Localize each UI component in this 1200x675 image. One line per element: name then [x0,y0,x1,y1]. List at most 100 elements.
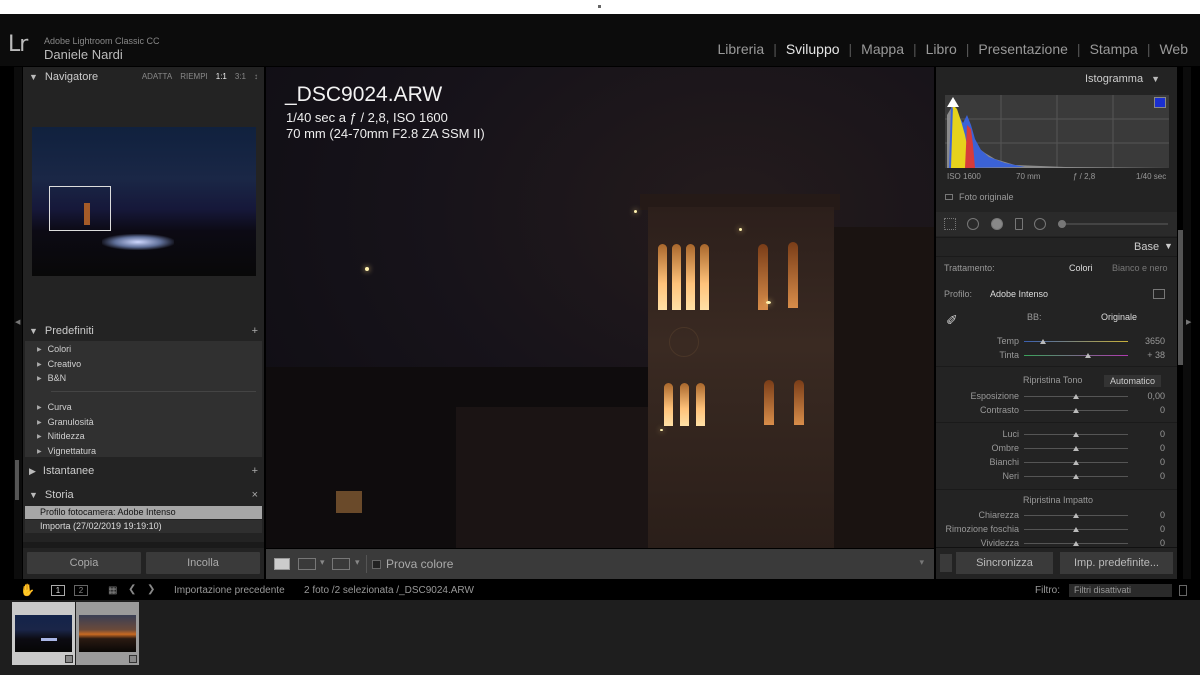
brush-slider[interactable] [1058,223,1168,225]
filter-select[interactable]: Filtri disattivati [1069,584,1172,597]
slider-knob[interactable] [1073,541,1079,546]
before-after-menu-icon[interactable]: ▾ [320,557,325,568]
preset-group-creativo[interactable]: ▶ Creativo [37,359,81,369]
original-photo-icon[interactable] [945,194,953,200]
view-2-button[interactable]: 2 [74,585,88,596]
module-web[interactable]: Web [1159,41,1188,57]
slider-knob[interactable] [1073,408,1079,413]
profile-browser-icon[interactable] [1153,289,1165,299]
slider-knob[interactable] [1073,474,1079,479]
slider-value[interactable]: 0 [1125,471,1165,481]
red-eye-icon[interactable] [991,218,1003,230]
history-item[interactable]: Profilo fotocamera: Adobe Intenso [25,506,262,519]
wb-select[interactable]: Originale [1101,312,1137,322]
slider-value[interactable]: + 38 [1125,350,1165,360]
before-after-icon[interactable] [298,558,316,570]
preset-group-granulosita[interactable]: ▶ Granulosità [37,417,94,427]
copy-button[interactable]: Copia [27,552,141,574]
sync-toggle[interactable] [940,554,952,572]
collapse-triangle-icon[interactable]: ▼ [1164,241,1173,251]
shadow-clipping-icon[interactable] [947,97,959,107]
slider-value[interactable]: 0 [1125,405,1165,415]
preset-group-curva[interactable]: ▶ Curva [37,402,72,412]
slider-value[interactable]: 0 [1125,429,1165,439]
filmstrip-thumbnail[interactable] [76,602,139,665]
zoom-1-1[interactable]: 1:1 [216,72,227,81]
yy-view-icon[interactable] [332,558,350,570]
slider-value[interactable]: 0,00 [1125,391,1165,401]
forward-arrow-icon[interactable]: ❯ [147,584,155,595]
filmstrip-source[interactable]: Importazione precedente [174,585,285,596]
module-presentazione[interactable]: Presentazione [978,41,1068,57]
add-snapshot-icon[interactable]: + [252,465,258,477]
slider-value[interactable]: 3650 [1125,336,1165,346]
highlight-clipping-icon[interactable] [1154,97,1166,108]
slider-value[interactable]: 0 [1125,443,1165,453]
filter-lock-icon[interactable] [1179,585,1187,596]
view-1-button[interactable]: 1 [51,585,65,596]
slider-track[interactable] [1024,355,1128,356]
loupe-view-icon[interactable] [274,558,290,570]
slider-knob[interactable] [1085,353,1091,358]
preset-group-bn[interactable]: ▶ B&N [37,373,66,383]
paste-button[interactable]: Incolla [146,552,260,574]
treatment-color-option[interactable]: Colori [1069,263,1093,273]
preset-group-colori[interactable]: ▶ Colori [37,344,71,354]
collapse-triangle-icon[interactable]: ▶ [29,466,36,477]
navigator-zoom-box[interactable] [49,186,111,231]
presets-header[interactable]: ▼ Predefiniti + [23,321,264,341]
slider-knob[interactable] [1073,513,1079,518]
filmstrip-info[interactable]: 2 foto /2 selezionata /_DSC9024.ARW [304,585,474,596]
filmstrip-thumbnail[interactable] [12,602,75,665]
preset-group-vignettatura[interactable]: ▶ Vignettatura [37,446,96,456]
add-preset-icon[interactable]: + [252,325,258,337]
left-collapse-arrow-icon[interactable]: ◀ [15,318,20,326]
collapse-triangle-icon[interactable]: ▼ [29,72,38,82]
crop-tool-icon[interactable] [944,218,956,230]
right-scrollbar[interactable] [1178,230,1183,365]
histogram-header[interactable]: Istogramma ▼ [936,69,1177,89]
develop-badge-icon[interactable] [129,655,137,663]
history-item[interactable]: Importa (27/02/2019 19:19:10) [25,520,262,533]
treatment-bw-option[interactable]: Bianco e nero [1112,263,1168,273]
profile-select[interactable]: Adobe Intenso [990,289,1048,299]
develop-badge-icon[interactable] [65,655,73,663]
module-libreria[interactable]: Libreria [717,41,764,57]
zoom-3-1[interactable]: 3:1 [235,72,246,81]
slider-value[interactable]: 0 [1125,524,1165,534]
history-header[interactable]: ▼ Storia × [23,485,264,505]
zoom-fit[interactable]: ADATTA [142,72,172,81]
slider-knob[interactable] [1073,446,1079,451]
module-sviluppo[interactable]: Sviluppo [786,41,840,57]
back-arrow-icon[interactable]: ❮ [128,584,136,595]
grid-view-icon[interactable]: ▦ [108,585,117,596]
eyedropper-icon[interactable]: ✐ [946,312,964,330]
toolbar-menu-icon[interactable]: ▾ [919,557,924,568]
auto-tone-button[interactable]: Automatico [1104,375,1162,387]
module-mappa[interactable]: Mappa [861,41,904,57]
secondary-display-icon[interactable]: ✋ [20,583,35,597]
slider-knob[interactable] [1073,460,1079,465]
snapshots-header[interactable]: ▶ Istantanee + [23,461,264,481]
left-scrollbar[interactable] [15,460,19,500]
sync-button[interactable]: Sincronizza [956,552,1053,574]
clear-history-icon[interactable]: × [252,489,258,501]
radial-filter-icon[interactable] [1034,218,1046,230]
reset-presence-label[interactable]: Ripristina Impatto [1023,495,1093,505]
collapse-triangle-icon[interactable]: ▼ [29,326,38,336]
slider-knob[interactable] [1073,394,1079,399]
soft-proof-checkbox[interactable] [372,560,381,569]
slider-knob[interactable] [1073,432,1079,437]
module-stampa[interactable]: Stampa [1090,41,1138,57]
main-image-view[interactable]: _DSC9024.ARW 1/40 sec a ƒ / 2,8, ISO 160… [266,67,934,548]
right-collapse-arrow-icon[interactable]: ▶ [1186,318,1191,326]
zoom-more-icon[interactable]: ↕ [254,72,258,81]
graduated-filter-icon[interactable] [1015,218,1023,230]
histogram[interactable] [945,95,1169,168]
yy-menu-icon[interactable]: ▾ [355,557,360,568]
brush-slider-knob[interactable] [1058,220,1066,228]
preset-group-nitidezza[interactable]: ▶ Nitidezza [37,431,85,441]
slider-knob[interactable] [1073,527,1079,532]
slider-value[interactable]: 0 [1125,510,1165,520]
collapse-triangle-icon[interactable]: ▼ [1151,74,1160,84]
